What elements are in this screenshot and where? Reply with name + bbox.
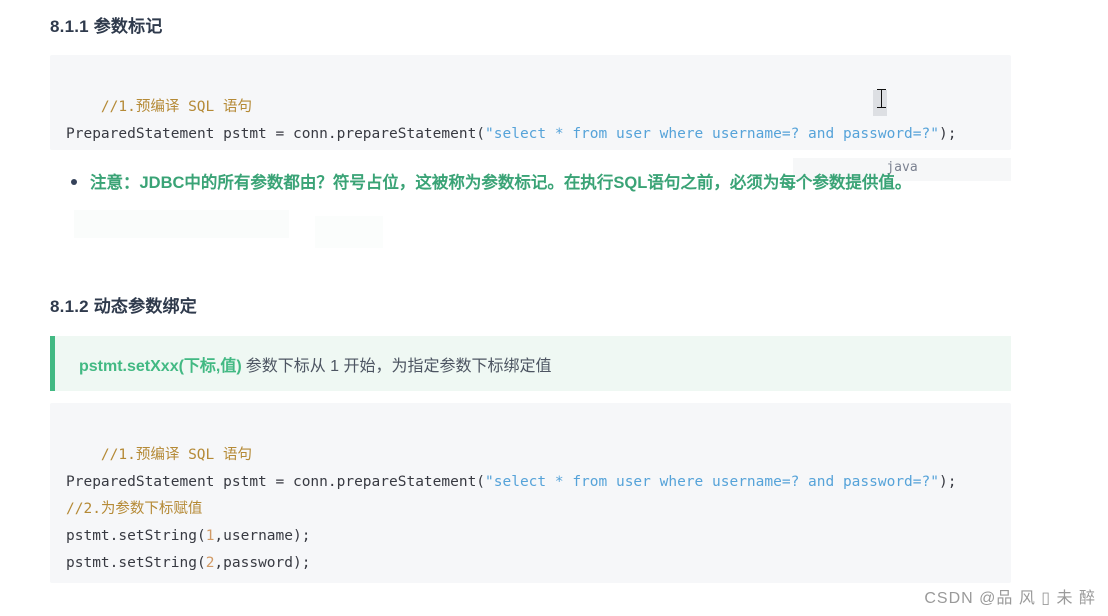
- watermark-text: CSDN @品 风 ▯ 未 醉: [924, 590, 1096, 607]
- code-setstring-2-suffix: ,password);: [214, 555, 311, 571]
- callout-box: pstmt.setXxx(下标,值) 参数下标从 1 开始，为指定参数下标绑定值: [50, 336, 1011, 391]
- code-block-prepared-statement[interactable]: //1.预编译 SQL 语句 PreparedStatement pstmt =…: [50, 55, 1011, 150]
- document-page: 8.1.1 参数标记 //1.预编译 SQL 语句 PreparedStatem…: [0, 0, 1108, 616]
- code-sql-string-1: "select * from user where username=? and…: [485, 126, 939, 142]
- code-sql-string-2: "select * from user where username=? and…: [485, 474, 939, 490]
- code-stmt-2b: );: [938, 474, 957, 490]
- code-stmt-1a: PreparedStatement pstmt = conn.prepareSt…: [66, 126, 486, 142]
- callout-description: 参数下标从 1 开始，为指定参数下标绑定值: [245, 357, 552, 375]
- code-stmt-2a: PreparedStatement pstmt = conn.prepareSt…: [66, 474, 486, 490]
- section-heading-811: 8.1.1 参数标记: [50, 17, 163, 36]
- code-setstring-1-prefix: pstmt.setString(: [66, 528, 206, 544]
- code-comment-2b: //2.为参数下标赋值: [66, 501, 203, 517]
- code-setstring-1-suffix: ,username);: [214, 528, 311, 544]
- text-cursor-icon: [877, 88, 886, 109]
- code-comment-1: //1.预编译 SQL 语句: [100, 99, 252, 115]
- code-comment-2a: //1.预编译 SQL 语句: [100, 447, 252, 463]
- code-stmt-1b: );: [938, 126, 957, 142]
- bullet-dot-icon: [71, 179, 77, 185]
- callout-code-label: pstmt.setXxx(下标,值): [79, 357, 242, 375]
- fading-artifact-a: [74, 210, 289, 238]
- code-setstring-2-prefix: pstmt.setString(: [66, 555, 206, 571]
- note-bullet-item: 注意：JDBC中的所有参数都由？符号占位，这被称为参数标记。在执行SQL语句之前…: [66, 168, 1011, 199]
- note-bullet-text: 注意：JDBC中的所有参数都由？符号占位，这被称为参数标记。在执行SQL语句之前…: [90, 174, 912, 192]
- fading-artifact-b: [315, 216, 383, 248]
- code-block-param-binding[interactable]: //1.预编译 SQL 语句 PreparedStatement pstmt =…: [50, 403, 1011, 583]
- section-heading-812: 8.1.2 动态参数绑定: [50, 297, 197, 316]
